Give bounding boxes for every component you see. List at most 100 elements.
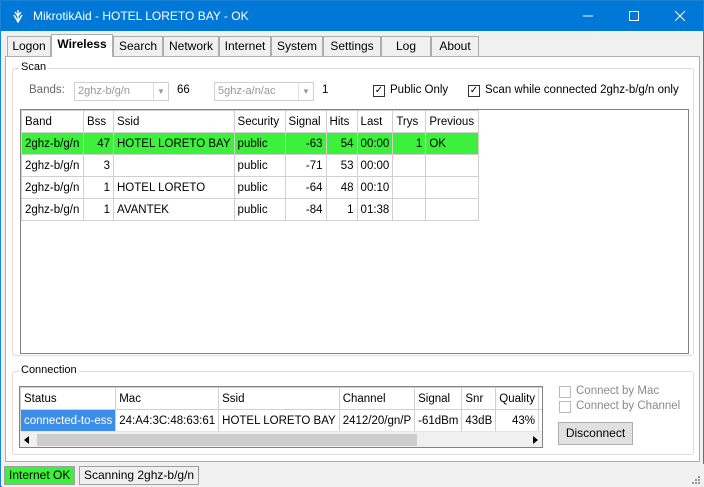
table-header-row: Status Mac Ssid Channel Signal Snr Quali… — [20, 387, 542, 410]
tab-settings[interactable]: Settings — [323, 36, 381, 56]
cell-band: 2ghz-b/g/n — [21, 176, 84, 199]
scan-while-connected-label: Scan while connected 2ghz-b/g/n only — [485, 84, 679, 96]
cell-signal: -71 — [284, 154, 327, 177]
cell-last: 00:00 — [356, 132, 394, 155]
col-channel[interactable]: Channel — [338, 387, 416, 410]
cell-hits: 1 — [325, 198, 358, 221]
col-last[interactable]: Last — [356, 110, 394, 133]
cell-bss: 3 — [83, 154, 114, 177]
close-button[interactable] — [657, 1, 703, 31]
tab-logon[interactable]: Logon — [7, 36, 51, 56]
col-signal[interactable]: Signal — [284, 110, 327, 133]
arrow-left-icon[interactable] — [23, 436, 31, 444]
minimize-button[interactable] — [565, 1, 611, 31]
col-quality[interactable]: Quality — [495, 387, 540, 410]
col-band[interactable]: Band — [21, 110, 84, 133]
window-title: MikrotikAid - HOTEL LORETO BAY - OK — [33, 9, 249, 23]
maximize-icon — [629, 11, 639, 21]
cell-trys — [392, 176, 427, 199]
horizontal-scrollbar[interactable] — [20, 431, 542, 447]
tab-search[interactable]: Search — [113, 36, 163, 56]
table-row[interactable]: connected-to-ess 24:A4:3C:48:63:61 HOTEL… — [20, 409, 542, 432]
col-hits[interactable]: Hits — [325, 110, 358, 133]
tab-internet[interactable]: Internet — [219, 36, 271, 56]
table-header-row: Band Bss Ssid Security Signal Hits Last … — [21, 110, 480, 133]
col-tx[interactable]: Tx — [538, 387, 542, 410]
mikrotik-app-icon — [13, 10, 23, 23]
cell-status: connected-to-ess — [20, 409, 117, 432]
cell-ssid: HOTEL LORETO — [113, 176, 235, 199]
scan-while-connected-checkbox[interactable]: ✓ — [468, 85, 480, 97]
cell-channel: 2412/20/gn/P — [338, 409, 416, 432]
cell-band: 2ghz-b/g/n — [21, 132, 84, 155]
band2-select-value: 5ghz-a/n/ac — [218, 85, 276, 97]
bands-label: Bands: — [29, 84, 65, 96]
scrollbar-thumb[interactable] — [37, 434, 417, 446]
chevron-down-icon: ▼ — [298, 83, 313, 100]
minimize-icon — [583, 15, 593, 17]
internet-status: Internet OK — [4, 466, 76, 485]
cell-signal: -84 — [284, 198, 327, 221]
cell-trys — [392, 198, 427, 221]
cell-ssid — [113, 154, 235, 177]
cell-bss: 47 — [83, 132, 114, 155]
tab-network[interactable]: Network — [163, 36, 219, 56]
table-row[interactable]: 2ghz-b/g/n 47 HOTEL LORETO BAY public -6… — [21, 132, 480, 155]
cell-security: public — [233, 176, 286, 199]
public-only-checkbox[interactable]: ✓ — [373, 85, 385, 97]
cell-previous — [425, 198, 480, 221]
scan-group: Scan Bands: 2ghz-b/g/n ▼ 66 5ghz-a/n/ac … — [12, 61, 694, 356]
cell-ssid: HOTEL LORETO BAY — [113, 132, 235, 155]
title-bar[interactable]: MikrotikAid - HOTEL LORETO BAY - OK — [1, 1, 703, 31]
connection-table[interactable]: Status Mac Ssid Channel Signal Snr Quali… — [19, 386, 543, 448]
col-signal[interactable]: Signal — [414, 387, 463, 410]
status-bar: Internet OK Scanning 2ghz-b/g/n — [2, 464, 704, 487]
cell-previous — [425, 176, 480, 199]
col-mac[interactable]: Mac — [115, 387, 220, 410]
cell-bss: 1 — [83, 198, 114, 221]
col-previous[interactable]: Previous — [425, 110, 480, 133]
cell-band: 2ghz-b/g/n — [21, 198, 84, 221]
maximize-button[interactable] — [611, 1, 657, 31]
close-icon — [675, 11, 685, 21]
checkmark-icon: ✓ — [469, 85, 479, 96]
tab-about[interactable]: About — [431, 36, 479, 56]
cell-mac: 24:A4:3C:48:63:61 — [115, 409, 220, 432]
cell-previous: OK — [425, 132, 480, 155]
col-security[interactable]: Security — [233, 110, 286, 133]
band2-select[interactable]: 5ghz-a/n/ac ▼ — [214, 82, 314, 101]
tab-log[interactable]: Log — [381, 36, 431, 56]
cell-band: 2ghz-b/g/n — [21, 154, 84, 177]
band2-count: 1 — [322, 84, 329, 96]
cell-signal: -61dBm — [414, 409, 463, 432]
col-status[interactable]: Status — [20, 387, 117, 410]
cell-tx: 12 — [538, 409, 542, 432]
cell-ssid: AVANTEK — [113, 198, 235, 221]
col-bss[interactable]: Bss — [83, 110, 114, 133]
cell-last: 00:10 — [356, 176, 394, 199]
disconnect-button[interactable]: Disconnect — [558, 422, 633, 445]
col-snr[interactable]: Snr — [461, 387, 497, 410]
cell-snr: 43dB — [461, 409, 497, 432]
resize-grip-icon[interactable] — [690, 474, 700, 484]
table-row[interactable]: 2ghz-b/g/n 3 public -71 53 00:00 — [21, 154, 480, 177]
band1-select-value: 2ghz-b/g/n — [78, 85, 130, 97]
col-ssid[interactable]: Ssid — [113, 110, 235, 133]
col-trys[interactable]: Trys — [392, 110, 427, 133]
scan-results-table[interactable]: Band Bss Ssid Security Signal Hits Last … — [20, 109, 689, 354]
arrow-right-icon[interactable] — [531, 436, 539, 444]
cell-last: 01:38 — [356, 198, 394, 221]
cell-hits: 53 — [325, 154, 358, 177]
cell-bss: 1 — [83, 176, 114, 199]
table-row[interactable]: 2ghz-b/g/n 1 HOTEL LORETO public -64 48 … — [21, 176, 480, 199]
connection-group-label: Connection — [19, 364, 79, 376]
table-row[interactable]: 2ghz-b/g/n 1 AVANTEK public -84 1 01:38 — [21, 198, 480, 221]
tab-system[interactable]: System — [271, 36, 323, 56]
cell-trys: 1 — [392, 132, 427, 155]
connect-by-channel-checkbox[interactable] — [559, 401, 571, 413]
connect-by-mac-checkbox[interactable] — [559, 386, 571, 398]
tab-wireless[interactable]: Wireless — [51, 34, 113, 57]
band1-count: 66 — [177, 84, 190, 96]
col-ssid[interactable]: Ssid — [218, 387, 340, 410]
band1-select[interactable]: 2ghz-b/g/n ▼ — [74, 82, 169, 101]
